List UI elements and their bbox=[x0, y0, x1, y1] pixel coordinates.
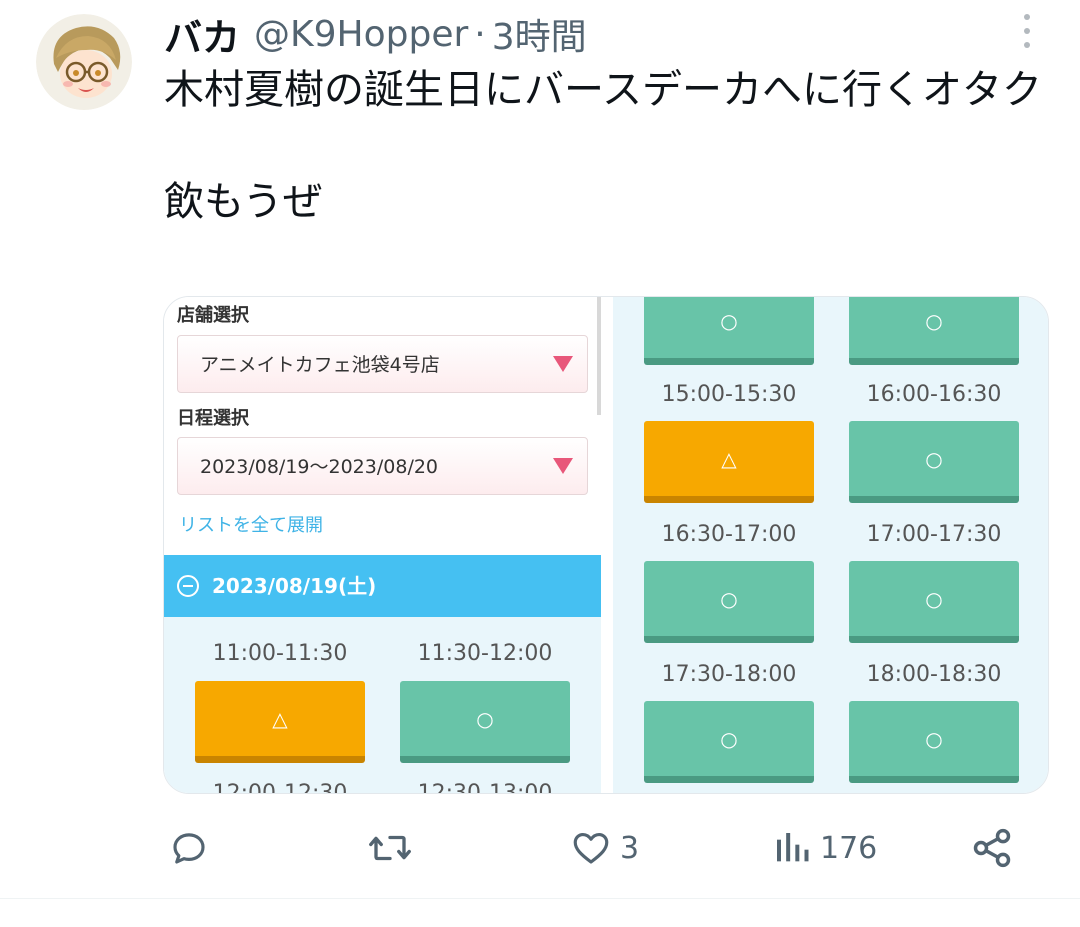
slot-time: 12:30-13:00 bbox=[417, 781, 553, 794]
schedule-select: 2023/08/19〜2023/08/20 bbox=[177, 437, 588, 495]
tweet-media[interactable]: 店舗選択 アニメイトカフェ池袋4号店 日程選択 2023/08/19〜2023/… bbox=[163, 296, 1049, 794]
tweet-header: バカ @K9Hopper · 3時間 bbox=[164, 8, 587, 60]
reply-button[interactable] bbox=[168, 818, 218, 878]
slot-button: ○ bbox=[849, 297, 1019, 365]
slot-area: 11:00-11:30 11:30-12:00 △ ○ 12:00-12:30 … bbox=[164, 617, 601, 794]
schedule-label: 日程選択 bbox=[177, 408, 249, 429]
slot-button: ○ bbox=[644, 561, 814, 643]
schedule-select-value: 2023/08/19〜2023/08/20 bbox=[200, 456, 439, 478]
store-label: 店舗選択 bbox=[177, 305, 249, 326]
slot-button: ○ bbox=[849, 561, 1019, 643]
slot-button: ○ bbox=[849, 421, 1019, 503]
slot-button: ○ bbox=[644, 701, 814, 783]
tweet-text-line: 飲もうぜ bbox=[164, 179, 323, 225]
views-count: 176 bbox=[820, 830, 878, 866]
slot-time: 17:00-17:30 bbox=[866, 522, 1002, 547]
like-button[interactable]: 3 bbox=[570, 818, 639, 878]
slot-time: 11:30-12:00 bbox=[417, 641, 553, 666]
dropdown-arrow-icon bbox=[553, 356, 573, 372]
date-header: 2023/08/19(土) bbox=[164, 555, 601, 617]
expand-all-link: リストを全て展開 bbox=[179, 515, 323, 536]
slot-time: 15:00-15:30 bbox=[661, 382, 797, 407]
media-image-right[interactable]: ○ ○ 15:00-15:30 16:00-16:30 △ ○ 16:30-17… bbox=[613, 297, 1048, 793]
slot-time: 17:30-18:00 bbox=[661, 662, 797, 687]
date-header-text: 2023/08/19(土) bbox=[212, 574, 377, 598]
header-separator: · bbox=[474, 13, 486, 55]
share-button[interactable] bbox=[970, 818, 1014, 878]
slot-button: ○ bbox=[849, 701, 1019, 783]
tweet-text: 木村夏樹の誕生日にバースデーカへに行くオタク 飲もうぜ bbox=[164, 62, 1054, 230]
slot-time: 11:00-11:30 bbox=[212, 641, 348, 666]
user-handle[interactable]: @K9Hopper bbox=[254, 14, 468, 55]
tweet-timestamp[interactable]: 3時間 bbox=[492, 8, 587, 60]
views-button[interactable]: 176 bbox=[772, 818, 877, 878]
media-image-left[interactable]: 店舗選択 アニメイトカフェ池袋4号店 日程選択 2023/08/19〜2023/… bbox=[164, 297, 601, 794]
share-icon bbox=[973, 828, 1011, 868]
heart-icon bbox=[573, 832, 609, 864]
retweet-button[interactable] bbox=[367, 818, 421, 878]
store-select-value: アニメイトカフェ池袋4号店 bbox=[200, 354, 440, 376]
display-name[interactable]: バカ bbox=[164, 7, 240, 62]
collapse-icon bbox=[177, 575, 199, 597]
store-select: アニメイトカフェ池袋4号店 bbox=[177, 335, 588, 393]
slot-button: △ bbox=[195, 681, 365, 763]
views-icon bbox=[777, 833, 809, 862]
divider bbox=[0, 898, 1080, 899]
avatar[interactable] bbox=[36, 14, 132, 110]
media-divider bbox=[601, 297, 613, 793]
slot-time: 12:00-12:30 bbox=[212, 781, 348, 794]
slot-time: 18:00-18:30 bbox=[866, 662, 1002, 687]
slot-button: ○ bbox=[644, 297, 814, 365]
slot-time: 16:30-17:00 bbox=[661, 522, 797, 547]
tweet-actions: 3 176 bbox=[0, 818, 1080, 878]
more-options-icon[interactable] bbox=[1014, 14, 1040, 48]
reply-icon bbox=[173, 833, 205, 864]
tweet-text-line: 木村夏樹の誕生日にバースデーカへに行くオタク bbox=[164, 67, 1042, 113]
slot-time: 16:00-16:30 bbox=[866, 382, 1002, 407]
dropdown-arrow-icon bbox=[553, 458, 573, 474]
slot-button: ○ bbox=[400, 681, 570, 763]
slot-button: △ bbox=[644, 421, 814, 503]
retweet-icon bbox=[369, 835, 411, 861]
avatar-image bbox=[36, 14, 132, 110]
like-count: 3 bbox=[620, 830, 640, 866]
